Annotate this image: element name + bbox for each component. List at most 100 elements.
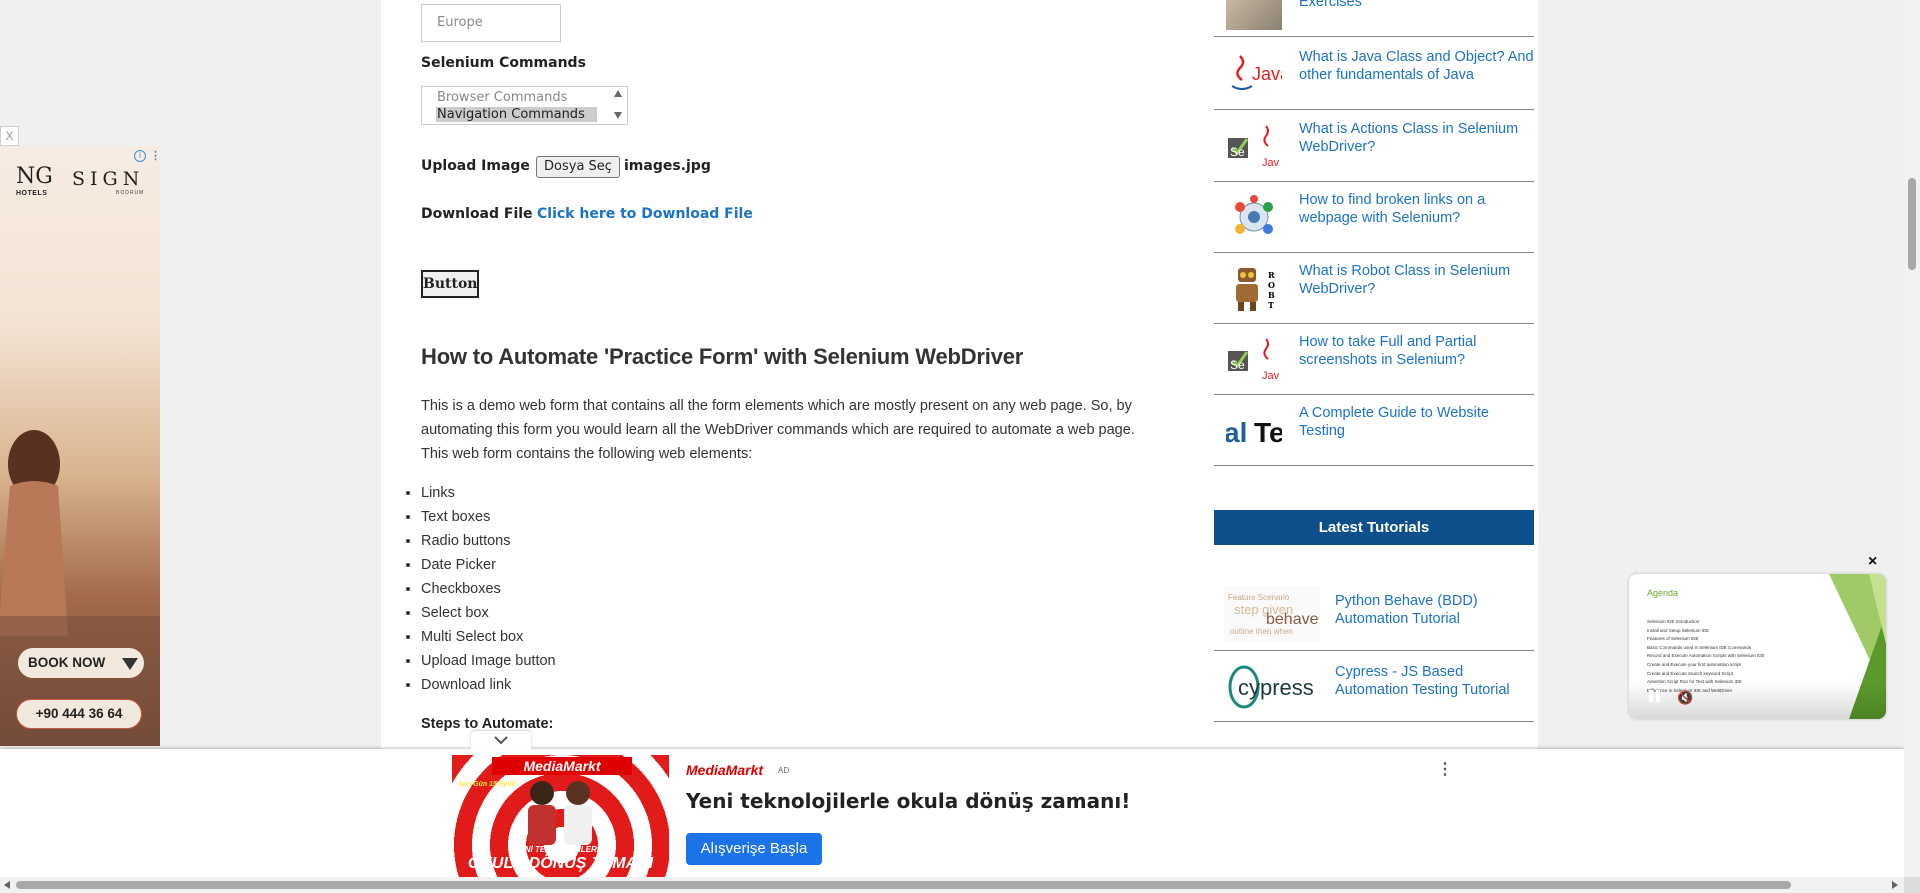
- selenium-java-icon: Se Jav: [1226, 335, 1282, 383]
- svg-text:Jav: Jav: [1262, 370, 1280, 382]
- robot-icon: ROBT: [1226, 264, 1282, 312]
- button[interactable]: Button: [421, 270, 479, 298]
- ad-menu-icon[interactable]: ⋮: [1437, 759, 1453, 779]
- video-ad-player[interactable]: Agenda Selenium IDE Introduction Install…: [1629, 574, 1886, 719]
- commands-option-browser[interactable]: Browser Commands: [437, 90, 567, 105]
- agenda-line: Create and Execute your first automation…: [1647, 661, 1741, 667]
- agenda-line: Selenium IDE Introduction: [1647, 619, 1700, 624]
- left-ad-close-button[interactable]: X: [0, 126, 19, 146]
- choose-file-button[interactable]: Dosya Seç: [536, 156, 620, 178]
- download-file-label: Download File: [421, 206, 533, 222]
- broken-links-icon: [1226, 193, 1282, 241]
- agenda-line: Features of Selenium IDE: [1647, 636, 1699, 642]
- sidebar-item-partial[interactable]: Exercises: [1214, 0, 1534, 37]
- svg-text:Feature Scenario: Feature Scenario: [1228, 593, 1290, 602]
- ad-image-line2: OKULA DÖNÜŞ ZAMANI: [467, 855, 654, 872]
- scroll-down-icon[interactable]: [614, 112, 622, 119]
- latest-tutorials-heading: Latest Tutorials: [1214, 510, 1534, 545]
- ad-image-line1: YENİ TEKNOLOJİLERLE: [514, 845, 607, 854]
- sidebar-item-label[interactable]: What is Robot Class in Selenium WebDrive…: [1299, 262, 1534, 298]
- agenda-line: Create and Execute Search keyword Script: [1647, 670, 1734, 676]
- sidebar-item-label[interactable]: How to find broken links on a webpage wi…: [1299, 191, 1534, 227]
- svg-text:Java: Java: [1252, 64, 1282, 84]
- article-heading: How to Automate 'Practice Form' with Sel…: [421, 344, 1024, 369]
- svg-text:al: al: [1226, 417, 1247, 448]
- sidebar-item-label[interactable]: What is Java Class and Object? And other…: [1299, 48, 1534, 84]
- latest-item-cypress[interactable]: cypress Cypress - JS Based Automation Te…: [1214, 651, 1534, 722]
- behave-thumb-icon: Feature Scenario step given behave outline …: [1224, 586, 1320, 642]
- list-item: Radio buttons: [421, 529, 556, 553]
- ad-brand-logo[interactable]: MediaMarkt: [686, 762, 763, 778]
- mute-icon[interactable]: 🔇: [1677, 690, 1693, 706]
- svg-text:Jav: Jav: [1262, 157, 1280, 169]
- ad-woman-image: [0, 430, 160, 746]
- latest-item-label[interactable]: Cypress - JS Based Automation Testing Tu…: [1335, 663, 1530, 699]
- video-controls: [1629, 682, 1886, 719]
- ad-info-icon[interactable]: i: [134, 150, 146, 162]
- sidebar-item-label[interactable]: How to take Full and Partial screenshots…: [1299, 333, 1534, 369]
- pause-icon[interactable]: [1649, 690, 1653, 702]
- cypress-thumb-icon: cypress: [1224, 657, 1320, 713]
- scrollbar-corner: [1904, 877, 1920, 893]
- article-intro: This is a demo web form that contains al…: [421, 398, 1135, 462]
- horizontal-scroll-thumb[interactable]: [16, 881, 1791, 889]
- website-testing-icon: al Te: [1226, 406, 1282, 454]
- sidebar-item-broken-links[interactable]: How to find broken links on a webpage wi…: [1214, 181, 1534, 253]
- svg-text:Se: Se: [1230, 145, 1245, 159]
- sidebar-item-actions-class[interactable]: Se Jav What is Actions Class in Selenium …: [1214, 110, 1534, 182]
- left-ad-banner[interactable]: NG HOTELS SIGN BODRUM i ⋮ BOOK NOW +90 4…: [0, 146, 160, 746]
- sidebar-item-java-class[interactable]: Java What is Java Class and Object? And …: [1214, 38, 1534, 110]
- video-ad-close-button[interactable]: ×: [1868, 553, 1877, 571]
- vertical-scrollbar[interactable]: [1904, 0, 1920, 877]
- ad-image-people: [528, 781, 592, 845]
- svg-text:B: B: [1268, 290, 1275, 300]
- ad-image-tag: Son Gün 15 Eylül: [458, 781, 516, 788]
- ad-options-icon[interactable]: ⋮: [150, 149, 160, 162]
- scroll-left-icon[interactable]: [4, 881, 10, 889]
- agenda-line: Install and Setup Selenium IDE: [1647, 627, 1710, 633]
- ad-badge: AD: [778, 766, 790, 775]
- ad-brand-sub: BODRUM: [116, 190, 145, 196]
- continents-selected: Europe: [437, 15, 483, 30]
- ad-cta-button[interactable]: Alışverişe Başla: [686, 833, 822, 865]
- list-item: Select box: [421, 601, 556, 625]
- book-now-button[interactable]: BOOK NOW: [18, 648, 144, 678]
- cypress-thumb-text: cypress: [1238, 675, 1314, 700]
- collapse-ad-button[interactable]: [471, 731, 531, 749]
- continents-select[interactable]: Europe: [421, 4, 561, 42]
- bottom-ad-creative[interactable]: MediaMarkt Son Gün 15 Eylül YENİ TEKNOLO…: [452, 755, 1454, 878]
- selenium-commands-select[interactable]: Browser Commands Navigation Commands: [421, 86, 628, 125]
- list-item: Upload Image button: [421, 649, 556, 673]
- latest-item-label[interactable]: Python Behave (BDD) Automation Tutorial: [1335, 592, 1530, 628]
- list-item: Text boxes: [421, 505, 556, 529]
- svg-text:outline then when: outline then when: [1230, 627, 1293, 636]
- vertical-scroll-thumb[interactable]: [1908, 178, 1916, 270]
- scroll-up-icon[interactable]: [614, 90, 622, 97]
- sidebar-item-label[interactable]: A Complete Guide to Website Testing: [1299, 404, 1534, 440]
- ad-brand-ng: NG: [16, 164, 53, 189]
- svg-text:T: T: [1268, 300, 1274, 310]
- book-now-label: BOOK NOW: [28, 655, 106, 670]
- svg-text:O: O: [1268, 280, 1275, 290]
- sidebar-item-label[interactable]: Exercises: [1299, 0, 1362, 10]
- ad-image[interactable]: MediaMarkt Son Gün 15 Eylül YENİ TEKNOLO…: [452, 755, 669, 878]
- java-icon: Java: [1226, 50, 1291, 98]
- chevron-down-icon: [494, 736, 508, 745]
- upload-image-label: Upload Image: [421, 158, 530, 174]
- horizontal-scrollbar[interactable]: [0, 877, 1904, 893]
- sidebar-item-website-testing[interactable]: al Te A Complete Guide to Website Testing: [1214, 394, 1534, 466]
- behave-thumb-text: behave: [1266, 611, 1319, 628]
- latest-item-python-behave[interactable]: Feature Scenario step given behave outline …: [1214, 580, 1534, 651]
- commands-option-navigation[interactable]: Navigation Commands: [436, 107, 597, 122]
- sidebar-item-screenshots[interactable]: Se Jav How to take Full and Partial scree…: [1214, 323, 1534, 395]
- download-link[interactable]: Click here to Download File: [537, 206, 753, 222]
- agenda-line: Basic Commands used in Selenium IDE Comm…: [1647, 644, 1752, 650]
- sidebar-item-robot-class[interactable]: ROBT What is Robot Class in Selenium Web…: [1214, 252, 1534, 324]
- list-item: Date Picker: [421, 553, 556, 577]
- video-agenda-title: Agenda: [1647, 588, 1679, 598]
- list-item: Multi Select box: [421, 625, 556, 649]
- ad-phone-button[interactable]: +90 444 36 64: [16, 699, 142, 729]
- sidebar-item-label[interactable]: What is Actions Class in Selenium WebDri…: [1299, 120, 1534, 156]
- scroll-right-icon[interactable]: [1892, 881, 1898, 889]
- ad-headline[interactable]: Yeni teknolojilerle okula dönüş zamanı!: [686, 789, 1130, 813]
